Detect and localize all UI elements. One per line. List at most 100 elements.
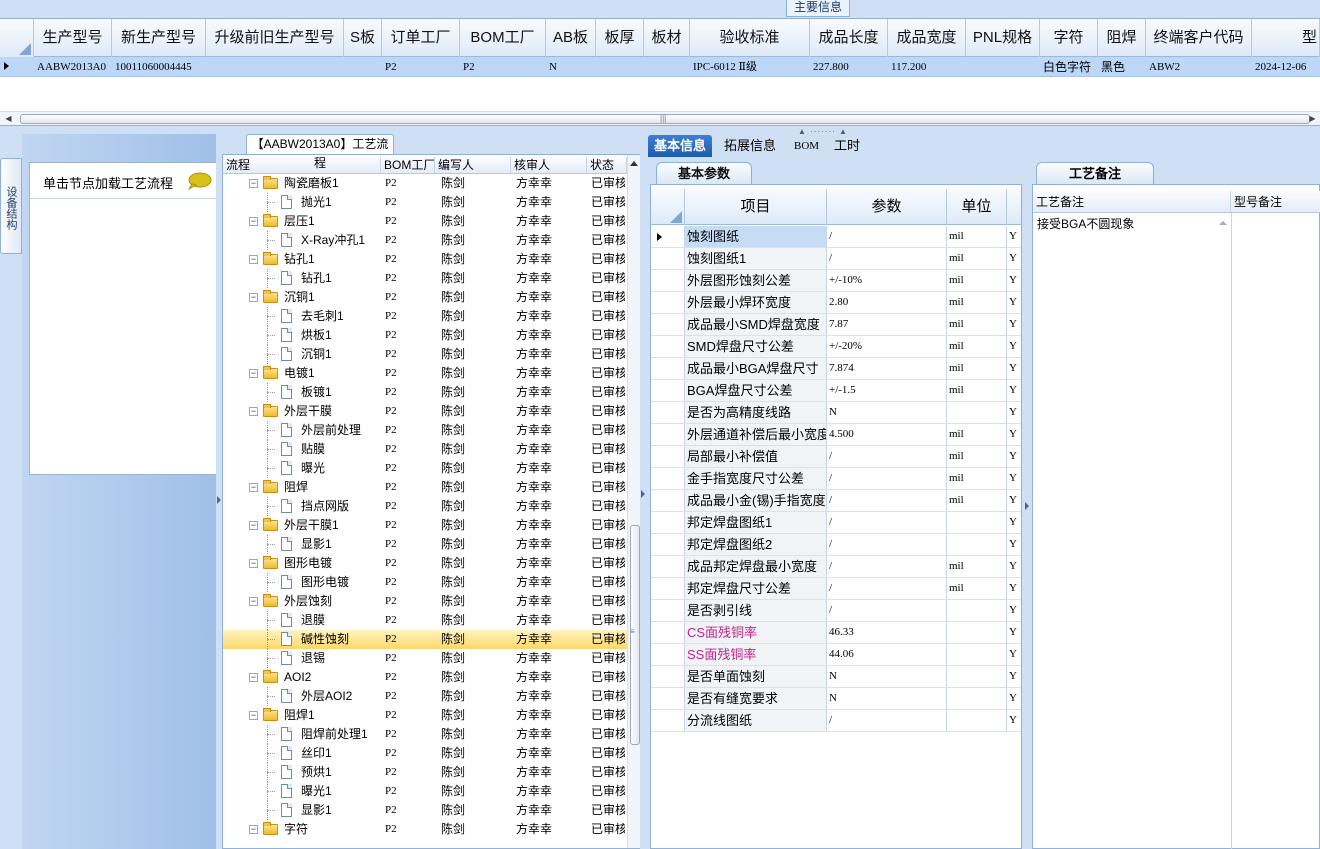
row-header[interactable] bbox=[651, 578, 685, 599]
col-header[interactable] bbox=[1007, 189, 1021, 225]
collapse-icon[interactable]: − bbox=[249, 521, 258, 530]
cell-date[interactable]: 2024-12-06 bbox=[1252, 57, 1320, 77]
tree-step-row[interactable]: 外层AOI2 P2 陈剑 方幸幸 已审核 bbox=[223, 687, 627, 706]
tab-extended-info[interactable]: 拓展信息 bbox=[718, 135, 782, 157]
param-unit[interactable]: mil bbox=[947, 446, 1007, 467]
tree-step-row[interactable]: 退锡 P2 陈剑 方幸幸 已审核 bbox=[223, 649, 627, 668]
param-value[interactable]: / bbox=[827, 534, 947, 555]
collapse-icon[interactable]: − bbox=[249, 483, 258, 492]
cell-new-model[interactable]: 10011060004445 bbox=[112, 57, 206, 77]
param-flag[interactable]: Y bbox=[1007, 710, 1021, 731]
param-flag[interactable]: Y bbox=[1007, 402, 1021, 423]
collapse-icon[interactable]: − bbox=[249, 597, 258, 606]
col-header[interactable]: 生产型号 bbox=[34, 19, 112, 57]
collapse-icon[interactable]: − bbox=[249, 217, 258, 226]
param-unit[interactable] bbox=[947, 644, 1007, 665]
param-unit[interactable]: mil bbox=[947, 490, 1007, 511]
hint-header[interactable]: 单击节点加载工艺流程 bbox=[30, 163, 216, 199]
row-header[interactable] bbox=[651, 248, 685, 269]
param-row[interactable]: 成品最小SMD焊盘宽度 7.87 mil Y bbox=[651, 314, 1021, 336]
tree-step-row[interactable]: 去毛刺1 P2 陈剑 方幸幸 已审核 bbox=[223, 307, 627, 326]
cell-material[interactable] bbox=[644, 57, 690, 77]
tree-group-row[interactable]: − 阻焊1 P2 陈剑 方幸幸 已审核 bbox=[223, 706, 627, 725]
col-header[interactable]: 终端客户代码 bbox=[1146, 19, 1252, 57]
param-value[interactable]: N bbox=[827, 666, 947, 687]
row-header[interactable] bbox=[651, 688, 685, 709]
col-header[interactable]: 参数 bbox=[827, 189, 947, 225]
collapse-icon[interactable]: − bbox=[249, 179, 258, 188]
row-header[interactable] bbox=[651, 380, 685, 401]
param-row[interactable]: 金手指宽度尺寸公差 / mil Y bbox=[651, 468, 1021, 490]
param-unit[interactable] bbox=[947, 534, 1007, 555]
vertical-scrollbar[interactable]: ≡ bbox=[627, 155, 641, 848]
tree-step-row[interactable]: 预烘1 P2 陈剑 方幸幸 已审核 bbox=[223, 763, 627, 782]
param-unit[interactable]: mil bbox=[947, 424, 1007, 445]
tree-step-row[interactable]: 钻孔1 P2 陈剑 方幸幸 已审核 bbox=[223, 269, 627, 288]
cell-old-model[interactable] bbox=[206, 57, 344, 77]
cell-model[interactable]: AABW2013A0 bbox=[34, 57, 112, 77]
param-flag[interactable]: Y bbox=[1007, 578, 1021, 599]
tree-step-row[interactable]: 显影1 P2 陈剑 方幸幸 已审核 bbox=[223, 535, 627, 554]
param-unit[interactable]: mil bbox=[947, 380, 1007, 401]
param-flag[interactable]: Y bbox=[1007, 248, 1021, 269]
tree-group-row[interactable]: − 外层蚀刻 P2 陈剑 方幸幸 已审核 bbox=[223, 592, 627, 611]
param-value[interactable]: 4.500 bbox=[827, 424, 947, 445]
param-flag[interactable]: Y bbox=[1007, 644, 1021, 665]
param-row[interactable]: 是否剥引线 / Y bbox=[651, 600, 1021, 622]
param-unit[interactable]: mil bbox=[947, 314, 1007, 335]
param-row[interactable]: 成品最小BGA焊盘尺寸 7.874 mil Y bbox=[651, 358, 1021, 380]
collapse-icon[interactable]: − bbox=[249, 711, 258, 720]
param-value[interactable]: 46.33 bbox=[827, 622, 947, 643]
param-value[interactable]: 2.80 bbox=[827, 292, 947, 313]
col-header[interactable]: BOM工厂 bbox=[460, 19, 546, 57]
scroll-up-icon[interactable] bbox=[1219, 221, 1227, 225]
tree-group-row[interactable]: − 电镀1 P2 陈剑 方幸幸 已审核 bbox=[223, 364, 627, 383]
param-unit[interactable]: mil bbox=[947, 556, 1007, 577]
tab-bom[interactable]: BOM bbox=[788, 135, 825, 157]
horizontal-splitter[interactable]: ▲ ······· ▲ bbox=[0, 126, 1320, 136]
tab-process-remarks[interactable]: 工艺备注 bbox=[1036, 162, 1154, 184]
cell-length[interactable]: 227.800 bbox=[810, 57, 888, 77]
param-value[interactable]: / bbox=[827, 512, 947, 533]
row-header[interactable] bbox=[651, 292, 685, 313]
param-value[interactable]: / bbox=[827, 248, 947, 269]
col-header[interactable]: 编写人 bbox=[435, 157, 511, 174]
col-header[interactable]: 板材 bbox=[644, 19, 690, 57]
param-flag[interactable]: Y bbox=[1007, 314, 1021, 335]
tree-step-row[interactable]: 退膜 P2 陈剑 方幸幸 已审核 bbox=[223, 611, 627, 630]
row-header[interactable] bbox=[651, 314, 685, 335]
param-flag[interactable]: Y bbox=[1007, 534, 1021, 555]
main-info-grid[interactable]: 生产型号 新生产型号 升级前旧生产型号 S板 订单工厂 BOM工厂 AB板 板厚… bbox=[0, 18, 1320, 126]
param-row[interactable]: CS面残铜率 46.33 Y bbox=[651, 622, 1021, 644]
params-grid[interactable]: 项目 参数 单位 蚀刻图纸 / mil Y 蚀刻图纸1/mil Y 外层图形蚀刻公差 +/-1… bbox=[650, 184, 1022, 849]
param-flag[interactable]: Y bbox=[1007, 600, 1021, 621]
tree-step-row[interactable]: 挡点网版 P2 陈剑 方幸幸 已审核 bbox=[223, 497, 627, 516]
row-header[interactable] bbox=[651, 600, 685, 621]
param-flag[interactable]: Y bbox=[1007, 556, 1021, 577]
param-flag[interactable]: Y bbox=[1007, 468, 1021, 489]
col-header[interactable]: 工艺备注 bbox=[1033, 191, 1231, 213]
param-unit[interactable]: mil bbox=[947, 292, 1007, 313]
scroll-right-icon[interactable]: ▶ bbox=[1306, 113, 1319, 125]
col-header[interactable]: AB板 bbox=[546, 19, 596, 57]
param-row[interactable]: 蚀刻图纸1/mil Y bbox=[651, 248, 1021, 270]
param-value[interactable]: / bbox=[827, 578, 947, 599]
cell-s-board[interactable] bbox=[344, 57, 382, 77]
row-header[interactable] bbox=[651, 424, 685, 445]
tree-step-row[interactable]: 显影1 P2 陈剑 方幸幸 已审核 bbox=[223, 801, 627, 820]
param-flag[interactable]: Y bbox=[1007, 446, 1021, 467]
row-header[interactable] bbox=[651, 710, 685, 731]
col-header[interactable]: 单位 bbox=[947, 189, 1007, 225]
param-unit[interactable]: mil bbox=[947, 248, 1007, 269]
param-unit[interactable] bbox=[947, 666, 1007, 687]
param-value[interactable]: / bbox=[827, 556, 947, 577]
param-unit[interactable]: mil bbox=[947, 358, 1007, 379]
param-value[interactable]: N bbox=[827, 688, 947, 709]
row-header[interactable] bbox=[651, 446, 685, 467]
param-row[interactable]: 成品邦定焊盘最小宽度 / mil Y bbox=[651, 556, 1021, 578]
param-flag[interactable]: Y bbox=[1007, 358, 1021, 379]
cell-order-factory[interactable]: P2 bbox=[382, 57, 460, 77]
param-unit[interactable] bbox=[947, 512, 1007, 533]
col-header[interactable]: 新生产型号 bbox=[112, 19, 206, 57]
cell-standard[interactable]: IPC-6012 Ⅱ级 bbox=[690, 57, 810, 77]
